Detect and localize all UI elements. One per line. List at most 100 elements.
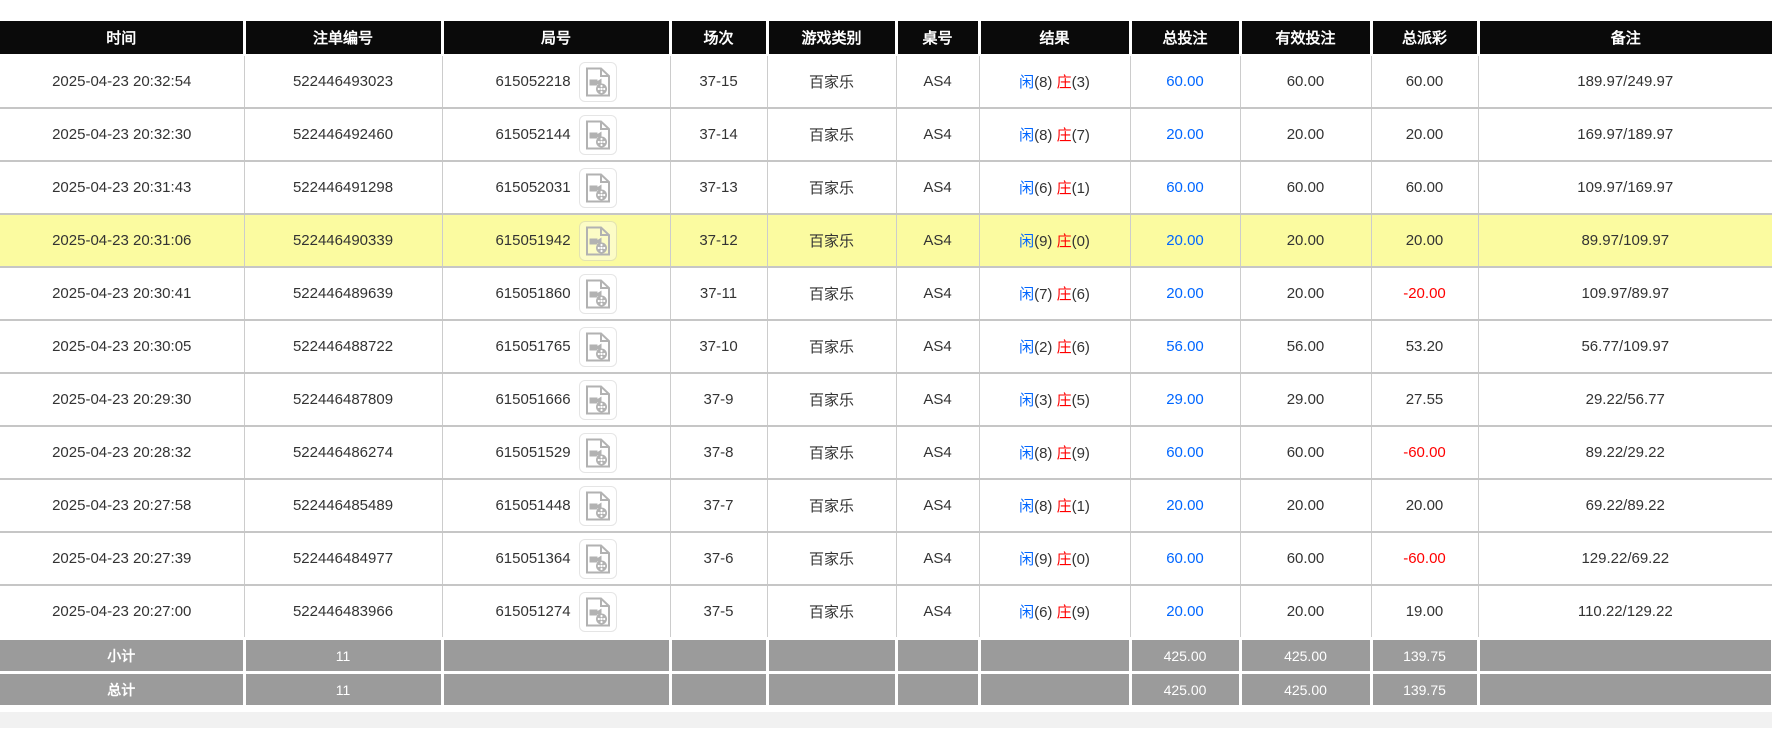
table-no-cell: AS4 — [896, 585, 980, 640]
bet-id-cell: 522446489639 — [244, 267, 443, 321]
bet-id-cell: 522446492460 — [244, 108, 443, 162]
total-bet-link[interactable]: 60.00 — [1166, 179, 1204, 196]
result-player-score: (8) — [1034, 445, 1057, 462]
total-bet-link[interactable]: 60.00 — [1166, 444, 1204, 461]
video-replay-button[interactable] — [578, 167, 617, 208]
total-bet-link[interactable]: 20.00 — [1166, 232, 1204, 249]
round-cell: 615051274 — [442, 585, 671, 640]
result-player-score: (9) — [1034, 233, 1057, 250]
valid-bet-cell: 56.00 — [1240, 320, 1372, 374]
video-replay-button[interactable] — [578, 61, 617, 102]
result-banker-label: 庄 — [1056, 127, 1072, 144]
video-replay-button[interactable] — [578, 273, 617, 314]
payout-cell: 20.00 — [1371, 479, 1479, 533]
result-player-label: 闲 — [1019, 392, 1035, 409]
table-footer: 小计 11 425.00 425.00 139.75 总计 11 425.00 425.00 13… — [0, 637, 1772, 708]
video-replay-button[interactable] — [578, 326, 617, 367]
total-bet-link[interactable]: 29.00 — [1166, 391, 1204, 408]
total-bet-link[interactable]: 60.00 — [1166, 73, 1204, 90]
video-replay-button[interactable] — [578, 432, 617, 473]
table-no-cell: AS4 — [896, 373, 980, 427]
column-header-bet_id: 注单编号 — [244, 21, 444, 56]
round-id: 615052218 — [495, 73, 571, 90]
time-cell: 2025-04-23 20:30:41 — [0, 267, 245, 321]
total-bet-cell: 60.00 — [1130, 161, 1241, 215]
video-icon — [585, 120, 611, 150]
result-player-label: 闲 — [1019, 604, 1035, 621]
round-cell: 615051765 — [442, 320, 671, 374]
table-row: 2025-04-23 20:30:05 522446488722 615051765… — [0, 320, 1772, 374]
total-count: 11 — [244, 671, 444, 708]
header-row: 时间 注单编号 局号 场次 游戏类别 桌号 结果 总投注 有效投注 总派彩 备注 — [0, 21, 1772, 56]
total-empty-remark — [1478, 671, 1772, 708]
subtotal-label: 小计 — [0, 637, 246, 674]
result-player-label: 闲 — [1019, 498, 1035, 515]
game-type-cell: 百家乐 — [767, 532, 897, 586]
time-cell: 2025-04-23 20:27:39 — [0, 532, 245, 586]
round-cell: 615051860 — [442, 267, 671, 321]
video-replay-button[interactable] — [578, 591, 617, 632]
result-cell: 闲(9) 庄(0) — [979, 214, 1131, 268]
total-bet-link[interactable]: 20.00 — [1166, 603, 1204, 620]
result-banker-score: (6) — [1071, 286, 1090, 303]
table-row: 2025-04-23 20:27:58 522446485489 615051448… — [0, 479, 1772, 533]
total-empty-session — [670, 671, 769, 708]
session-cell: 37-7 — [670, 479, 768, 533]
bet-records-page: 时间 注单编号 局号 场次 游戏类别 桌号 结果 总投注 有效投注 总派彩 备注 2025-04-2… — [0, 21, 1772, 728]
result-player-score: (6) — [1034, 180, 1057, 197]
time-cell: 2025-04-23 20:27:00 — [0, 585, 245, 640]
table-no-cell: AS4 — [896, 532, 980, 586]
round-cell: 615051666 — [442, 373, 671, 427]
result-banker-label: 庄 — [1056, 339, 1072, 356]
table-row: 2025-04-23 20:27:39 522446484977 615051364… — [0, 532, 1772, 586]
result-banker-score: (6) — [1071, 339, 1090, 356]
column-header-remark: 备注 — [1478, 21, 1772, 56]
round-cell: 615051942 — [442, 214, 671, 268]
total-empty-game — [767, 671, 898, 708]
subtotal-row: 小计 11 425.00 425.00 139.75 — [0, 637, 1772, 674]
total-bet-link[interactable]: 20.00 — [1166, 285, 1204, 302]
payout-cell: -20.00 — [1371, 267, 1479, 321]
result-banker-label: 庄 — [1056, 551, 1072, 568]
time-cell: 2025-04-23 20:31:06 — [0, 214, 245, 268]
table-no-cell: AS4 — [896, 320, 980, 374]
total-bet-link[interactable]: 60.00 — [1166, 550, 1204, 567]
column-header-payout: 总派彩 — [1371, 21, 1480, 56]
table-no-cell: AS4 — [896, 214, 980, 268]
game-type-cell: 百家乐 — [767, 320, 897, 374]
total-bet-link[interactable]: 56.00 — [1166, 338, 1204, 355]
table-no-cell: AS4 — [896, 55, 980, 109]
result-cell: 闲(8) 庄(9) — [979, 426, 1131, 480]
subtotal-empty-session — [670, 637, 769, 674]
video-replay-button[interactable] — [578, 538, 617, 579]
round-id: 615051448 — [495, 497, 571, 514]
result-cell: 闲(3) 庄(5) — [979, 373, 1131, 427]
video-replay-button[interactable] — [578, 220, 617, 261]
column-header-result: 结果 — [979, 21, 1132, 56]
table-no-cell: AS4 — [896, 161, 980, 215]
video-replay-button[interactable] — [578, 114, 617, 155]
round-wrap: 615052218 — [495, 61, 617, 102]
video-icon — [585, 67, 611, 97]
total-bet-link[interactable]: 20.00 — [1166, 497, 1204, 514]
total-bet-link[interactable]: 20.00 — [1166, 126, 1204, 143]
time-cell: 2025-04-23 20:32:54 — [0, 55, 245, 109]
video-icon — [585, 438, 611, 468]
remark-cell: 89.22/29.22 — [1478, 426, 1772, 480]
result-cell: 闲(6) 庄(9) — [979, 585, 1131, 640]
valid-bet-cell: 60.00 — [1240, 55, 1372, 109]
result-banker-label: 庄 — [1056, 604, 1072, 621]
valid-bet-cell: 20.00 — [1240, 585, 1372, 640]
video-replay-button[interactable] — [578, 485, 617, 526]
column-header-valid_bet: 有效投注 — [1240, 21, 1373, 56]
total-payout: 139.75 — [1371, 671, 1480, 708]
remark-cell: 110.22/129.22 — [1478, 585, 1772, 640]
payout-cell: 60.00 — [1371, 161, 1479, 215]
table-body: 2025-04-23 20:32:54 522446493023 615052218… — [0, 55, 1772, 640]
video-replay-button[interactable] — [578, 379, 617, 420]
table-row: 2025-04-23 20:32:54 522446493023 615052218… — [0, 55, 1772, 109]
bet-id-cell: 522446493023 — [244, 55, 443, 109]
total-valid-bet: 425.00 — [1240, 671, 1373, 708]
valid-bet-cell: 20.00 — [1240, 214, 1372, 268]
column-header-round_id: 局号 — [442, 21, 672, 56]
